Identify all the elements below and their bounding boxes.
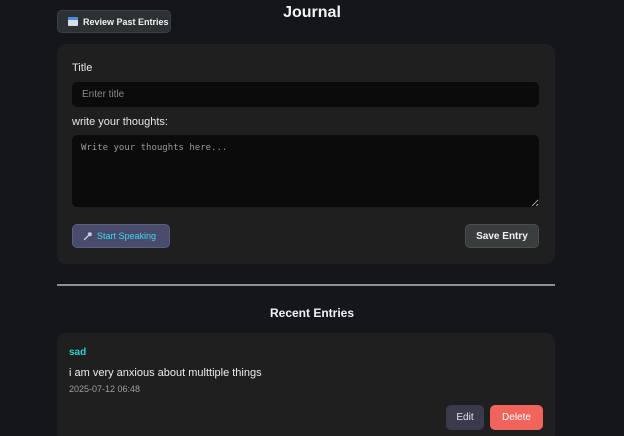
title-label: Title <box>72 62 93 74</box>
microphone-icon <box>83 232 92 241</box>
journal-form-card: Title write your thoughts: Start Speakin… <box>57 44 555 264</box>
section-divider <box>57 284 555 286</box>
title-input[interactable] <box>72 82 539 107</box>
entry-timestamp: 2025-07-12 06:48 <box>69 384 141 394</box>
thoughts-label: write your thoughts: <box>72 116 168 128</box>
page-title: Journal <box>283 4 341 21</box>
start-speaking-label: Start Speaking <box>97 231 157 241</box>
save-entry-button[interactable]: Save Entry <box>465 224 539 248</box>
edit-entry-button[interactable]: Edit <box>446 405 484 430</box>
delete-entry-button[interactable]: Delete <box>490 405 543 430</box>
start-speaking-button[interactable]: Start Speaking <box>72 224 170 248</box>
entry-body: i am very anxious about multtiple things <box>69 367 262 379</box>
recent-entries-heading: Recent Entries <box>269 306 355 320</box>
entry-card: sad i am very anxious about multtiple th… <box>57 333 555 436</box>
thoughts-textarea[interactable] <box>72 135 539 207</box>
entry-title: sad <box>69 347 87 358</box>
